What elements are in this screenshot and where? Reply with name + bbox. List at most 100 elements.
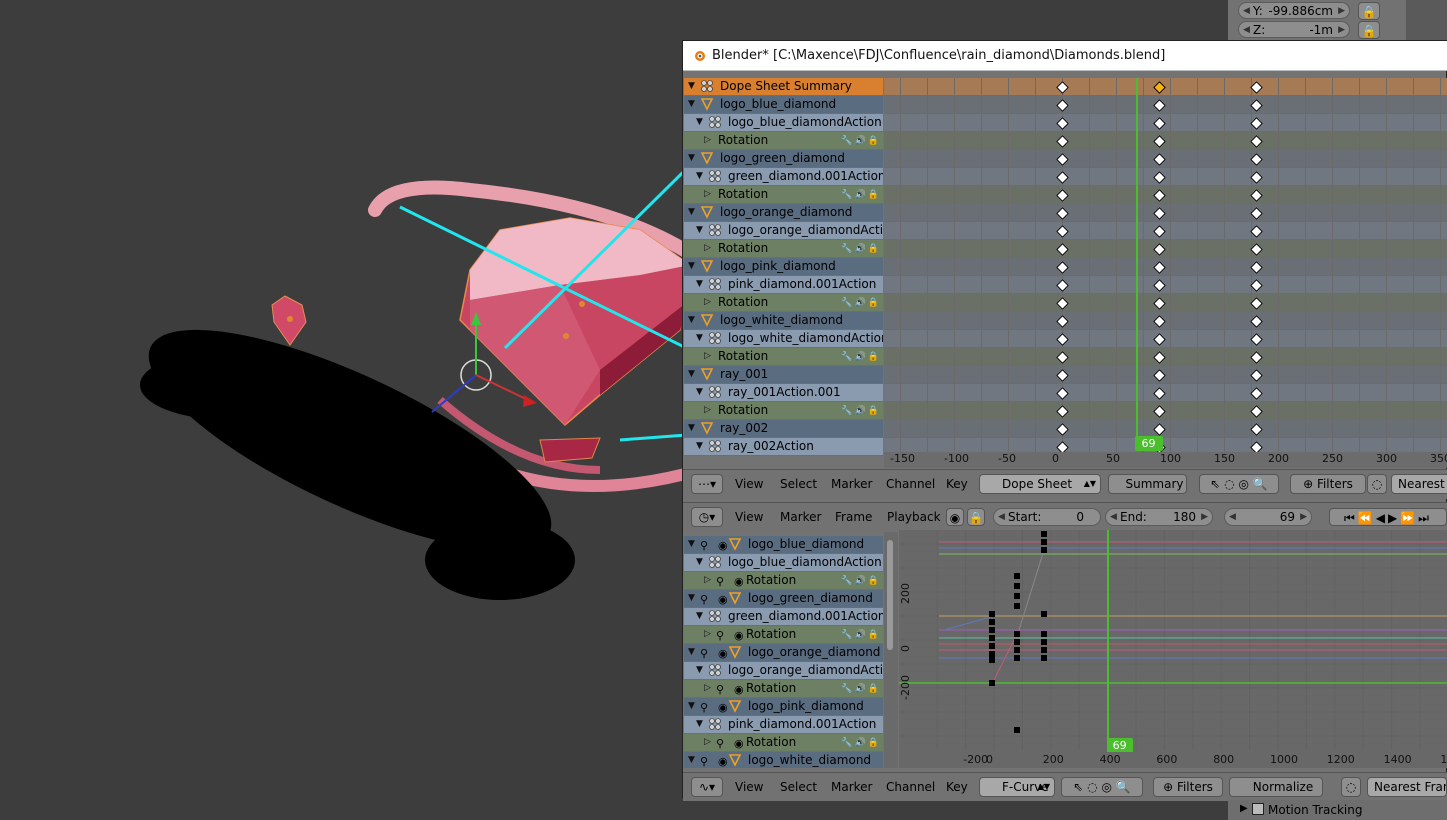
channel-scrollbar[interactable] (884, 532, 898, 768)
collapse-arrow-icon[interactable]: ▼ (688, 78, 695, 95)
collapse-arrow-icon[interactable]: ▼ (696, 222, 703, 239)
channel-object[interactable]: ▼ ray_001 (684, 366, 883, 383)
pin-icon[interactable]: ⚲ (716, 735, 730, 750)
channel-fcurve[interactable]: ▷ Rotation 🔧🔊🔒 (684, 132, 883, 149)
graph-keyframe[interactable] (1014, 593, 1020, 599)
expand-arrow-icon[interactable]: ▷ (704, 240, 711, 257)
dopesheet-keyframe-area[interactable]: 69 -150 -100 -50 0 50 100 150 200 250 300 350 (884, 78, 1447, 468)
collapse-arrow-icon[interactable]: ▼ (696, 168, 703, 185)
lock-z-icon[interactable]: 🔒 (1358, 21, 1380, 39)
expand-arrow-icon[interactable]: ▷ (704, 348, 711, 365)
ds-menu-key[interactable]: Key (946, 470, 968, 498)
lock-y-icon[interactable]: 🔒 (1358, 2, 1380, 20)
channel-action[interactable]: ▼ logo_orange_diamondAction.00 (684, 662, 883, 679)
channel-fcurve[interactable]: ▷ ⚲ ◉ Rotation 🔧🔊🔒 (684, 680, 883, 697)
graph-keyframe[interactable] (989, 657, 995, 663)
graph-keyframe[interactable] (1041, 655, 1047, 661)
ds-menu-view[interactable]: View (735, 470, 763, 498)
channel-object[interactable]: ▼ ⚲ ◉ logo_pink_diamond (684, 698, 883, 715)
channel-object[interactable]: ▼ ⚲ ◉ logo_green_diamond (684, 590, 883, 607)
fcurve-toggle-icons[interactable]: 🔧🔊🔒 (841, 187, 881, 204)
channel-fcurve[interactable]: ▷ Rotation 🔧🔊🔒 (684, 402, 883, 419)
ds-menu-select[interactable]: Select (780, 470, 817, 498)
graph-keyframe[interactable] (1014, 647, 1020, 653)
current-frame-field[interactable]: ◀ 69 ▶ (1224, 508, 1312, 526)
collapse-arrow-icon[interactable]: ▼ (688, 366, 695, 383)
graph-keyframe[interactable] (1041, 539, 1047, 545)
tl-menu-marker[interactable]: Marker (780, 503, 821, 531)
fcurve-toggle-icons[interactable]: 🔧🔊🔒 (841, 295, 881, 312)
expand-arrow-icon[interactable]: ▷ (704, 626, 711, 643)
collapse-arrow-icon[interactable]: ▼ (688, 752, 695, 768)
collapse-arrow-icon[interactable]: ▼ (696, 276, 703, 293)
pin-icon[interactable]: ⚲ (700, 591, 714, 606)
graph-keyframe[interactable] (1041, 531, 1047, 537)
collapse-arrow-icon[interactable]: ▼ (688, 96, 695, 113)
graph-mode-dropdown[interactable]: F-Curve ▲▼ (979, 777, 1055, 797)
channel-object[interactable]: ▼ logo_blue_diamond (684, 96, 883, 113)
ge-menu-key[interactable]: Key (946, 773, 968, 801)
graph-keyframe[interactable] (1041, 647, 1047, 653)
mode-dropdown[interactable]: Dope Sheet ▲▼ (979, 474, 1101, 494)
channel-object[interactable]: ▼ ray_002 (684, 420, 883, 437)
end-frame-field[interactable]: ◀ End: 180 ▶ (1105, 508, 1213, 526)
collapse-arrow-icon[interactable]: ▼ (688, 258, 695, 275)
graph-keyframe[interactable] (1014, 655, 1020, 661)
collapse-arrow-icon[interactable]: ▼ (696, 608, 703, 625)
collapse-arrow-icon[interactable]: ▼ (696, 384, 703, 401)
graph-curve-area[interactable]: 69-2000200400600800100012001400162000-20… (899, 530, 1447, 768)
editor-type-timeline-icon[interactable]: ◷▾ (691, 507, 723, 527)
editor-type-graph-icon[interactable]: ∿▾ (691, 777, 723, 797)
pin-icon[interactable]: ⚲ (700, 645, 714, 660)
ge-menu-channel[interactable]: Channel (886, 773, 935, 801)
pin-icon[interactable]: ⚲ (716, 573, 730, 588)
collapse-arrow-icon[interactable]: ▼ (688, 536, 695, 553)
expand-arrow-icon[interactable]: ▷ (704, 402, 711, 419)
graph-current-frame-badge[interactable]: 69 (1106, 738, 1133, 753)
channel-fcurve[interactable]: ▷ ⚲ ◉ Rotation 🔧🔊🔒 (684, 626, 883, 643)
playback-controls[interactable]: ⏮⏪◀▶⏩⏭ (1329, 508, 1447, 526)
pin-icon[interactable]: ⚲ (716, 681, 730, 696)
channel-action[interactable]: ▼ logo_orange_diamondAction.00 (684, 222, 883, 239)
channel-action[interactable]: ▼ logo_white_diamondAction (684, 330, 883, 347)
channel-object[interactable]: ▼ logo_orange_diamond (684, 204, 883, 221)
graph-keyframe[interactable] (989, 635, 995, 641)
channel-object[interactable]: ▼ logo_green_diamond (684, 150, 883, 167)
collapse-arrow-icon[interactable]: ▼ (696, 330, 703, 347)
motion-tracking-panel[interactable]: ▶ Motion Tracking (1228, 800, 1447, 820)
channel-object[interactable]: ▼ ⚲ ◉ logo_orange_diamond (684, 644, 883, 661)
pin-icon[interactable]: ⚲ (700, 753, 714, 768)
graph-keyframe[interactable] (989, 611, 995, 617)
ds-onion-icon[interactable]: ◌ (1367, 474, 1387, 494)
ge-menu-view[interactable]: View (735, 773, 763, 801)
graph-keyframe[interactable] (989, 627, 995, 633)
ds-filters-button[interactable]: ⊕ Filters (1290, 474, 1366, 494)
ds-snap-dropdown[interactable]: Nearest Fr (1391, 474, 1447, 494)
fcurve-toggle-icons[interactable]: 🔧🔊🔒 (841, 241, 881, 258)
channel-object[interactable]: ▼ ⚲ ◉ logo_blue_diamond (684, 536, 883, 553)
collapse-arrow-icon[interactable]: ▼ (688, 644, 695, 661)
graph-keyframe[interactable] (1041, 547, 1047, 553)
ds-menu-channel[interactable]: Channel (886, 470, 935, 498)
fcurve-toggle-icons[interactable]: 🔧🔊🔒 (841, 403, 881, 420)
collapse-arrow-icon[interactable]: ▼ (688, 150, 695, 167)
collapse-arrow-icon[interactable]: ▼ (688, 698, 695, 715)
channel-fcurve[interactable]: ▷ Rotation 🔧🔊🔒 (684, 348, 883, 365)
panel-checkbox[interactable] (1252, 803, 1264, 815)
ge-menu-select[interactable]: Select (780, 773, 817, 801)
fcurve-toggle-icons[interactable]: 🔧🔊🔒 (841, 735, 881, 752)
graph-keyframe[interactable] (1041, 631, 1047, 637)
graph-keyframe[interactable] (1014, 727, 1020, 733)
ge-onion-icon[interactable]: ◌ (1341, 777, 1361, 797)
current-frame-badge[interactable]: 69 (1134, 436, 1163, 451)
channel-object[interactable]: ▼ logo_pink_diamond (684, 258, 883, 275)
channel-object[interactable]: ▼ ⚲ ◉ logo_white_diamond (684, 752, 883, 768)
normalize-toggle[interactable]: Normalize (1229, 777, 1323, 797)
channel-action[interactable]: ▼ logo_blue_diamondAction (684, 554, 883, 571)
graph-keyframe[interactable] (1014, 631, 1020, 637)
ge-snap-dropdown[interactable]: Nearest Frame (1367, 777, 1447, 797)
pin-icon[interactable]: ⚲ (716, 627, 730, 642)
channel-action[interactable]: ▼ pink_diamond.001Action (684, 276, 883, 293)
tl-menu-playback[interactable]: Playback (887, 503, 941, 531)
expand-arrow-icon[interactable]: ▷ (704, 734, 711, 751)
